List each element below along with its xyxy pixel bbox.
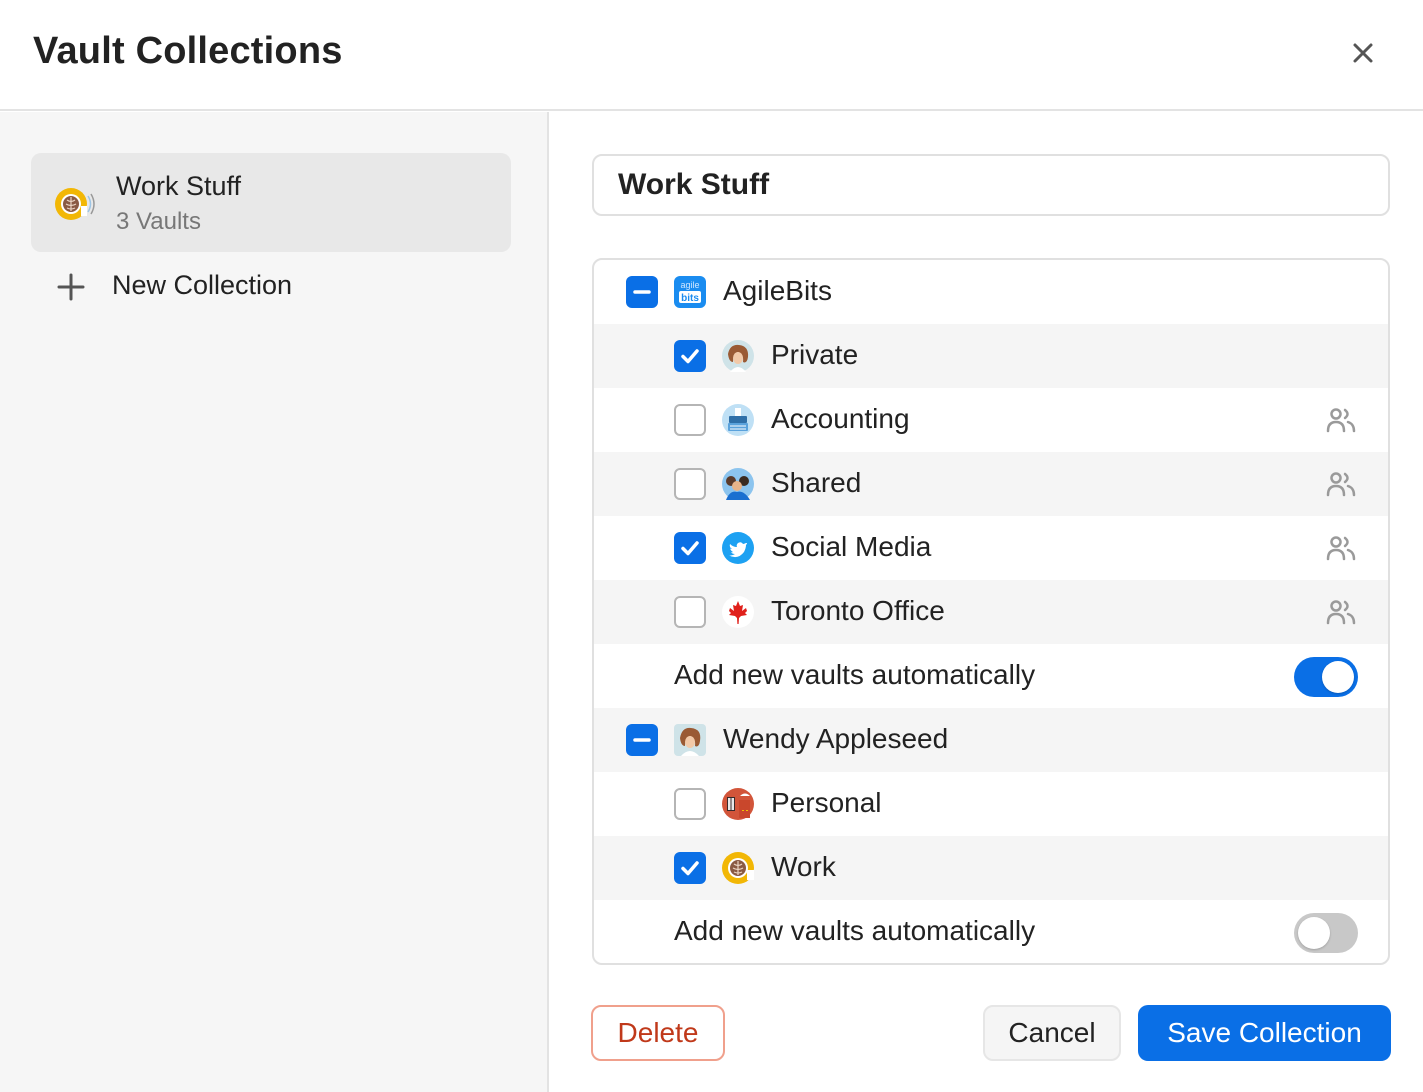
- vault-checkbox-toronto-office[interactable]: [674, 596, 706, 628]
- auto-add-row-agilebits: Add new vaults automatically: [594, 644, 1388, 708]
- vault-checkbox-social-media[interactable]: [674, 532, 706, 564]
- latte-art-icon: [722, 852, 754, 884]
- latte-art-icon: [55, 188, 95, 220]
- delete-button[interactable]: Delete: [591, 1005, 725, 1061]
- toggle-knob: [1298, 917, 1330, 949]
- save-collection-button[interactable]: Save Collection: [1138, 1005, 1391, 1061]
- collection-name: Work Stuff: [116, 171, 242, 201]
- vault-row-accounting[interactable]: Accounting: [594, 388, 1388, 452]
- vault-list: agile bits AgileBits Private Accounting …: [592, 258, 1390, 965]
- minus-icon: [633, 290, 651, 294]
- vault-checkbox-accounting[interactable]: [674, 404, 706, 436]
- vault-checkbox-work[interactable]: [674, 852, 706, 884]
- vault-row-shared[interactable]: Shared: [594, 452, 1388, 516]
- user-photo-icon: [722, 340, 754, 372]
- vault-checkbox-private[interactable]: [674, 340, 706, 372]
- group-row-wendy-appleseed: Wendy Appleseed: [594, 708, 1388, 772]
- shared-people-icon: [1326, 536, 1356, 561]
- new-collection-label: New Collection: [112, 270, 293, 300]
- cancel-button[interactable]: Cancel: [983, 1005, 1121, 1061]
- dialog-header: Vault Collections: [0, 0, 1423, 111]
- vault-row-toronto-office[interactable]: Toronto Office: [594, 580, 1388, 644]
- vault-name: Personal: [771, 787, 882, 818]
- group-checkbox-agilebits[interactable]: [626, 276, 658, 308]
- user-photo-icon: [674, 724, 706, 756]
- auto-add-toggle-agilebits[interactable]: [1294, 657, 1358, 697]
- typewriter-icon: [722, 404, 754, 436]
- group-checkbox-wendy-appleseed[interactable]: [626, 724, 658, 756]
- vault-row-personal[interactable]: Personal: [594, 772, 1388, 836]
- checkmark-icon: [681, 349, 699, 364]
- vault-name: Toronto Office: [771, 595, 945, 626]
- shared-people-icon: [1326, 600, 1356, 625]
- vault-row-social-media[interactable]: Social Media: [594, 516, 1388, 580]
- vault-name: Accounting: [771, 403, 910, 434]
- dialog-title: Vault Collections: [33, 30, 343, 72]
- house-icon: [722, 788, 754, 820]
- vault-checkbox-personal[interactable]: [674, 788, 706, 820]
- close-icon: [1353, 43, 1373, 63]
- plus-icon: [57, 273, 85, 301]
- shared-people-icon: [1326, 472, 1356, 497]
- group-row-agilebits: agile bits AgileBits: [594, 260, 1388, 324]
- vault-checkbox-shared[interactable]: [674, 468, 706, 500]
- svg-text:agile: agile: [680, 280, 699, 290]
- vault-name: Social Media: [771, 531, 932, 562]
- new-collection-button[interactable]: New Collection: [56, 269, 356, 309]
- maple-leaf-icon: [722, 596, 754, 628]
- toggle-knob: [1322, 661, 1354, 693]
- group-name: AgileBits: [723, 275, 832, 306]
- vault-name: Work: [771, 851, 836, 882]
- group-people-icon: [722, 468, 754, 500]
- group-name: Wendy Appleseed: [723, 723, 949, 754]
- shared-people-icon: [1326, 408, 1356, 433]
- vault-name: Shared: [771, 467, 862, 498]
- collection-vault-count: 3 Vaults: [116, 208, 201, 235]
- vault-row-private[interactable]: Private: [594, 324, 1388, 388]
- collection-name-input[interactable]: [592, 154, 1390, 216]
- svg-text:bits: bits: [681, 293, 699, 304]
- vault-name: Private: [771, 339, 859, 370]
- twitter-bird-icon: [722, 532, 754, 564]
- agilebits-logo-icon: agile bits: [674, 276, 706, 308]
- vault-row-work[interactable]: Work: [594, 836, 1388, 900]
- auto-add-row-wendy-appleseed: Add new vaults automatically: [594, 900, 1388, 963]
- collections-sidebar: Work Stuff 3 Vaults New Collection: [0, 112, 549, 1092]
- collection-item-work-stuff[interactable]: Work Stuff 3 Vaults: [31, 153, 511, 252]
- close-button[interactable]: [1344, 34, 1382, 72]
- checkmark-icon: [681, 861, 699, 876]
- auto-add-label: Add new vaults automatically: [674, 659, 1036, 690]
- auto-add-toggle-wendy-appleseed[interactable]: [1294, 913, 1358, 953]
- minus-icon: [633, 738, 651, 742]
- checkmark-icon: [681, 541, 699, 556]
- auto-add-label: Add new vaults automatically: [674, 915, 1036, 946]
